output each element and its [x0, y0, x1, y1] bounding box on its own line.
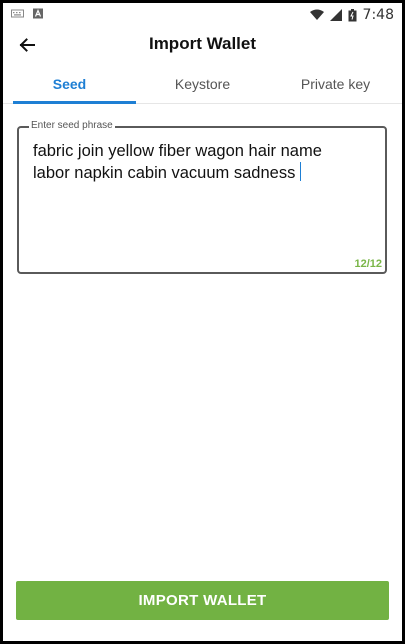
tab-seed[interactable]: Seed	[3, 65, 136, 104]
app-header: Import Wallet	[3, 28, 402, 61]
keyboard-icon	[11, 9, 24, 18]
app-frame: 7:48 Import Wallet Seed Keystore Private…	[0, 0, 405, 644]
text-cursor	[300, 162, 302, 181]
page-title: Import Wallet	[148, 34, 257, 53]
seed-phrase-line-1: fabric join yellow fiber wagon hair name	[33, 142, 322, 160]
status-bar: 7:48	[3, 3, 402, 28]
tab-private-key[interactable]: Private key	[269, 65, 402, 103]
tab-bar: Seed Keystore Private key	[3, 65, 402, 104]
wifi-icon	[309, 9, 324, 20]
word-counter: 12/12	[354, 258, 382, 270]
seed-phrase-text[interactable]: fabric join yellow fiber wagon hair name…	[33, 141, 375, 184]
seed-phrase-label: Enter seed phrase	[29, 120, 115, 131]
battery-icon	[348, 8, 357, 21]
seed-phrase-line-2: labor napkin cabin vacuum sadness	[33, 164, 296, 182]
seed-phrase-input[interactable]: Enter seed phrase fabric join yellow fib…	[17, 120, 387, 274]
app-notification-icon	[33, 8, 43, 19]
signal-icon	[329, 9, 342, 21]
status-time: 7:48	[362, 7, 394, 23]
import-wallet-button[interactable]: IMPORT WALLET	[16, 581, 389, 620]
tab-keystore[interactable]: Keystore	[136, 65, 269, 103]
